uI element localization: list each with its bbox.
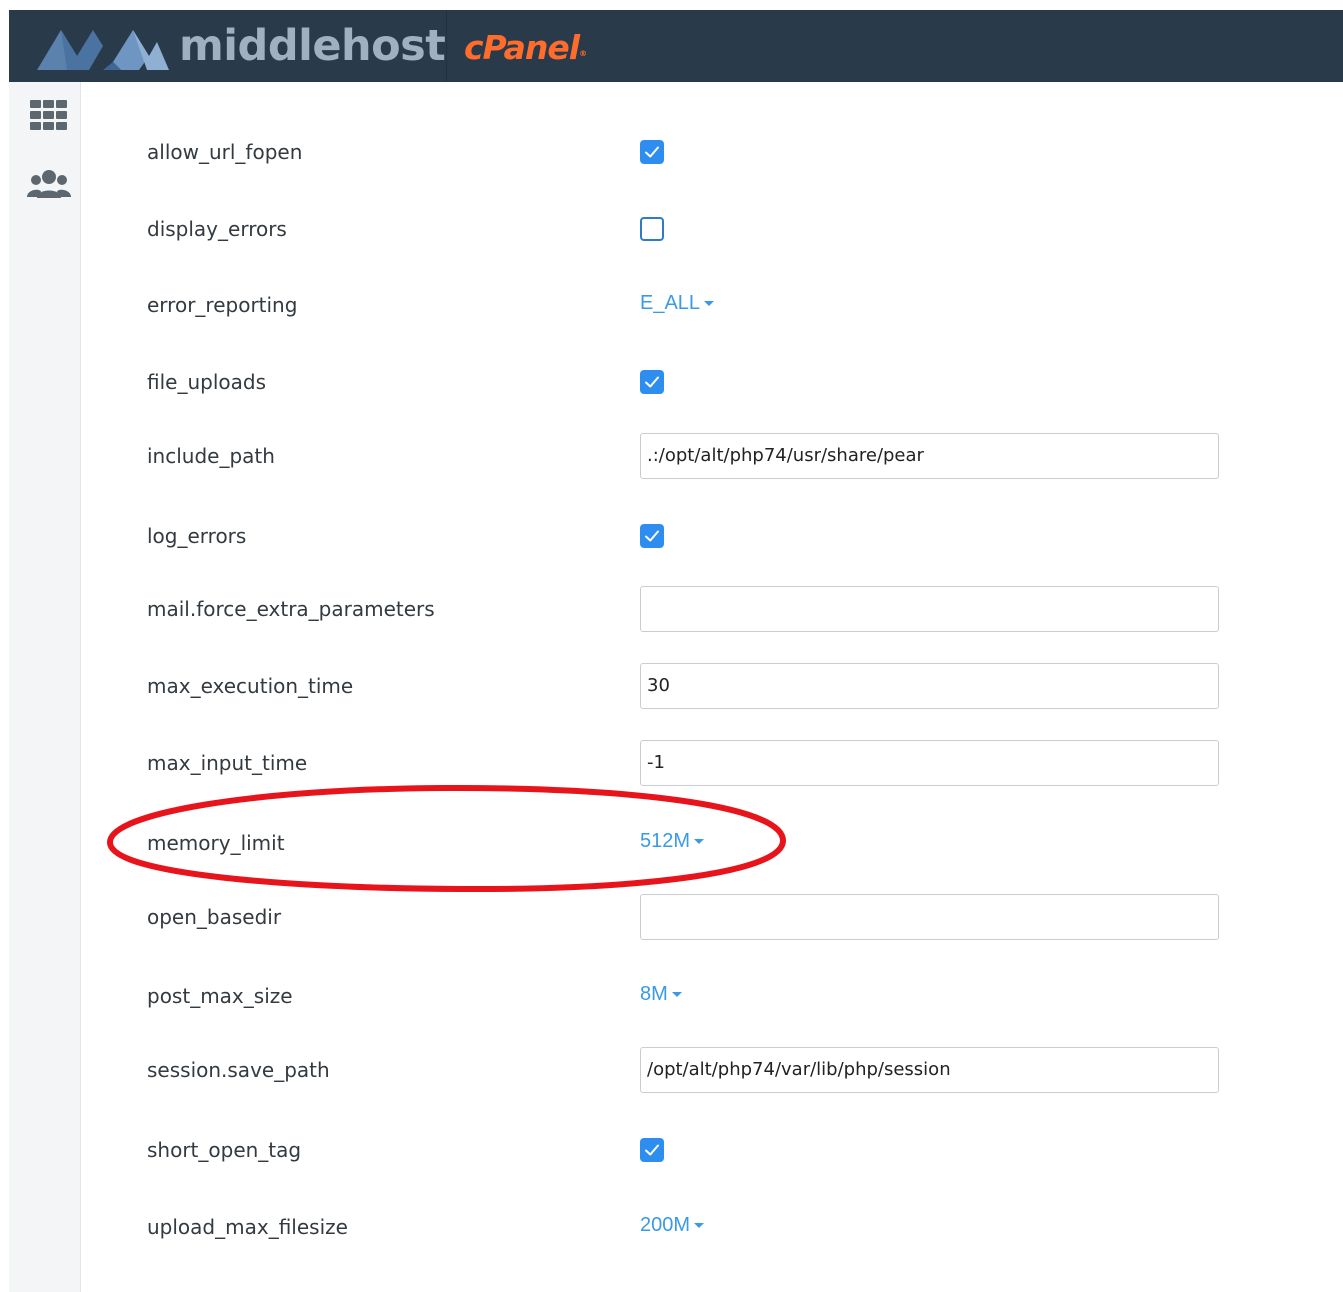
setting-label: session.save_path [147,1058,330,1082]
dropdown-value: 8M [640,983,668,1005]
open-basedir-input[interactable] [640,894,1219,940]
cpanel-logo[interactable]: cPanel® [464,28,587,68]
cpanel-trademark: ® [579,49,587,58]
setting-label: post_max_size [147,984,293,1008]
setting-row-allow-url-fopen: allow_url_fopen [81,132,1343,172]
setting-row-max-execution-time: max_execution_time 30 [81,663,1343,709]
setting-row-upload-max-filesize: upload_max_filesize 200M [81,1207,1343,1247]
caret-down-icon [704,301,715,307]
setting-label: max_input_time [147,751,308,775]
sidebar [9,82,81,1292]
setting-label: error_reporting [147,293,298,317]
grid-icon[interactable] [27,96,71,136]
setting-label: mail.force_extra_parameters [147,597,435,621]
setting-label: upload_max_filesize [147,1215,348,1239]
dropdown-value: E_ALL [640,292,701,314]
php-options-list: allow_url_fopen display_errors error_rep… [81,82,1343,1292]
max-input-time-input[interactable]: -1 [640,740,1219,786]
session-save-path-input[interactable]: /opt/alt/php74/var/lib/php/session [640,1047,1219,1093]
caret-down-icon [694,1223,705,1229]
setting-label: max_execution_time [147,674,354,698]
max-execution-time-input[interactable]: 30 [640,663,1219,709]
setting-label: file_uploads [147,370,266,394]
setting-row-short-open-tag: short_open_tag [81,1130,1343,1170]
setting-label: memory_limit [147,831,285,855]
error-reporting-dropdown[interactable]: E_ALL [640,283,715,323]
setting-row-max-input-time: max_input_time -1 [81,740,1343,786]
setting-row-post-max-size: post_max_size 8M [81,976,1343,1016]
top-header: middlehost cPanel® [9,10,1343,82]
dropdown-value: 512M [640,830,691,852]
setting-row-display-errors: display_errors [81,209,1343,249]
setting-row-memory-limit: memory_limit 512M [81,823,1343,863]
middlehost-logo-icon [37,30,169,70]
file-uploads-checkbox[interactable] [640,370,664,394]
brand-name[interactable]: middlehost [179,20,446,72]
setting-row-error-reporting: error_reporting E_ALL [81,285,1343,325]
checkmark-icon [645,1144,659,1156]
caret-down-icon [671,992,682,998]
setting-row-file-uploads: file_uploads [81,362,1343,402]
dropdown-value: 200M [640,1214,691,1236]
cpanel-logo-text: cPanel [464,28,580,67]
setting-row-include-path: include_path .:/opt/alt/php74/usr/share/… [81,433,1343,479]
checkmark-icon [645,146,659,158]
memory-limit-dropdown[interactable]: 512M [640,821,705,861]
setting-row-open-basedir: open_basedir [81,894,1343,940]
log-errors-checkbox[interactable] [640,524,664,548]
checkmark-icon [645,530,659,542]
checkmark-icon [645,376,659,388]
post-max-size-dropdown[interactable]: 8M [640,974,682,1014]
upload-max-filesize-dropdown[interactable]: 200M [640,1205,705,1245]
setting-row-log-errors: log_errors [81,516,1343,556]
caret-down-icon [694,839,705,845]
display-errors-checkbox[interactable] [640,217,664,241]
setting-label: log_errors [147,524,247,548]
setting-label: short_open_tag [147,1138,302,1162]
setting-label: display_errors [147,217,287,241]
header-divider [446,10,447,82]
setting-label: include_path [147,444,275,468]
setting-row-session-save-path: session.save_path /opt/alt/php74/var/lib… [81,1047,1343,1093]
mail-force-extra-parameters-input[interactable] [640,586,1219,632]
short-open-tag-checkbox[interactable] [640,1138,664,1162]
setting-label: open_basedir [147,905,282,929]
users-icon[interactable] [27,166,71,206]
setting-row-mail-force-extra-parameters: mail.force_extra_parameters [81,586,1343,632]
include-path-input[interactable]: .:/opt/alt/php74/usr/share/pear [640,433,1219,479]
window-edge [0,0,9,1292]
allow-url-fopen-checkbox[interactable] [640,140,664,164]
setting-label: allow_url_fopen [147,140,303,164]
